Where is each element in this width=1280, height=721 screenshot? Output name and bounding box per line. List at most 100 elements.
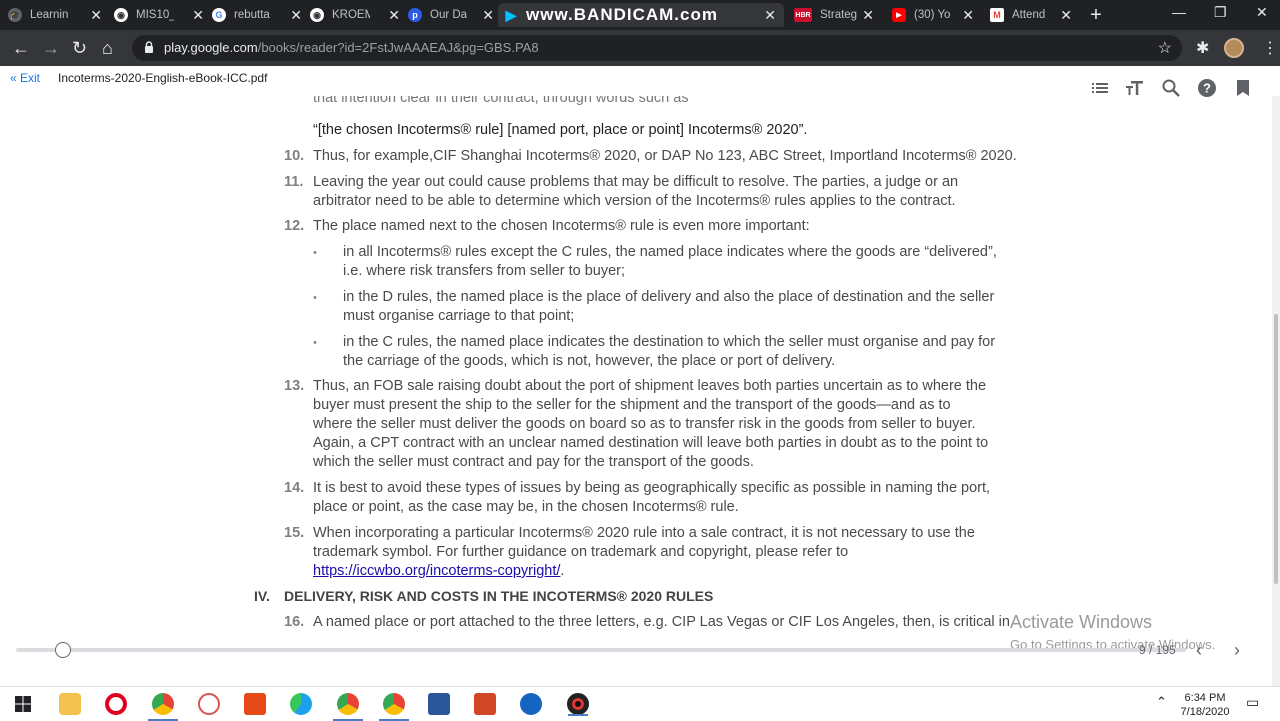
play-icon: ▶ [505, 6, 517, 23]
browser-tab-active[interactable]: ▶ www.BANDICAM.com ✕ [498, 3, 784, 27]
chrome-profile-2-icon[interactable] [379, 693, 409, 721]
opera-icon[interactable] [105, 693, 127, 715]
new-tab-button[interactable]: + [1086, 5, 1106, 25]
bullet-line: i.e. where risk transfers from seller to… [343, 263, 626, 279]
forward-icon[interactable]: → [42, 38, 60, 58]
close-tab-icon[interactable]: ✕ [764, 7, 776, 23]
close-tab-icon[interactable]: ✕ [862, 7, 874, 23]
browser-tab-youtube[interactable]: ▶ (30) Yo ✕ [892, 3, 976, 27]
activate-windows-watermark: Activate Windows Go to Settings to activ… [1010, 612, 1216, 652]
office-icon[interactable] [244, 693, 266, 715]
chrome-profile-icon[interactable] [333, 693, 363, 721]
close-tab-icon[interactable]: ✕ [962, 7, 974, 23]
minimize-icon[interactable]: — [1172, 4, 1186, 20]
close-tab-icon[interactable]: ✕ [388, 7, 400, 23]
browser-app-icon[interactable] [520, 693, 542, 715]
paragraph-line: Again, a CPT contract with an unclear na… [313, 435, 989, 451]
browser-tab-kroem[interactable]: ◉ KROEM ✕ [310, 3, 402, 27]
copyright-link[interactable]: https://iccwbo.org/incoterms-copyright/ [313, 563, 560, 579]
browser-tab-attend[interactable]: M Attend ✕ [990, 3, 1074, 27]
tray-expand-icon[interactable]: ⌃ [1156, 695, 1167, 709]
paragraph-line: Thus, an FOB sale raising doubt about th… [313, 378, 987, 394]
document-title: Incoterms-2020-English-eBook-ICC.pdf [58, 71, 268, 85]
browser-tab-our-da[interactable]: p Our Da ✕ [408, 3, 496, 27]
paragraph-number: 13. [284, 378, 305, 394]
bullet-line: must organise carriage to that point; [343, 308, 575, 324]
browser-menu-icon[interactable]: ⋮ [1262, 38, 1278, 58]
paragraph-line: place or point, as the case may be, in t… [313, 499, 739, 515]
quote-line: “[the chosen Incoterms® rule] [named por… [313, 122, 808, 138]
paragraph-line: buyer must present the ship to the selle… [313, 397, 951, 413]
chrome-icon[interactable] [148, 693, 178, 721]
paragraph-line: where the seller must deliver the goods … [313, 416, 976, 432]
address-bar[interactable]: play.google.com/books/reader?id=2FstJwAA… [132, 35, 1182, 61]
bullet-line: in the C rules, the named place indicate… [343, 334, 996, 350]
bullet-line: the carriage of the goods, which is not,… [343, 353, 836, 369]
cut-off-line: that intention clear in their contract, … [313, 96, 689, 106]
scrollbar-thumb[interactable] [1274, 314, 1278, 584]
bullet-marker: • [313, 292, 317, 304]
exit-link[interactable]: « Exit [10, 71, 40, 85]
svg-text:?: ? [1203, 81, 1211, 96]
windows-taskbar: ⌃ 6:34 PM 7/18/2020 ▭ [0, 686, 1280, 721]
windows-start-icon[interactable] [12, 693, 34, 715]
paragraph-line: trademark symbol. For further guidance o… [313, 544, 849, 560]
close-tab-icon[interactable]: ✕ [192, 7, 204, 23]
edge-icon[interactable] [290, 693, 312, 715]
hbr-icon: HBR [794, 8, 812, 22]
book-page: that intention clear in their contract, … [0, 96, 1272, 636]
close-tab-icon[interactable]: ✕ [482, 7, 494, 23]
browser-tab-strip: 🎓 Learnin ✕ ◉ MIS10_ ✕ G rebutta ✕ ◉ KRO… [0, 0, 1280, 30]
lock-icon [145, 41, 153, 53]
restore-icon[interactable]: ❐ [1214, 4, 1227, 21]
snipping-tool-icon[interactable] [198, 693, 220, 715]
p-icon: p [408, 8, 422, 22]
paragraph-number: 11. [284, 174, 304, 190]
reader-header: « Exit Incoterms-2020-English-eBook-ICC.… [0, 66, 1280, 97]
bookmark-star-icon[interactable]: ☆ [1158, 38, 1172, 58]
bullet-marker: • [313, 247, 317, 259]
browser-toolbar: ← → ↻ ⌂ play.google.com/books/reader?id=… [0, 30, 1280, 66]
reading-progress-slider[interactable] [16, 648, 1186, 652]
paragraph-number: 14. [284, 480, 305, 496]
close-window-icon[interactable]: ✕ [1256, 4, 1268, 21]
previous-page-icon[interactable]: ‹ [1196, 640, 1202, 661]
progress-slider-handle[interactable] [54, 642, 71, 658]
youtube-icon: ▶ [892, 8, 906, 22]
paragraph-number: 15. [284, 525, 305, 541]
browser-tab-mis10[interactable]: ◉ MIS10_ ✕ [114, 3, 206, 27]
powerpoint-icon[interactable] [474, 693, 496, 715]
paragraph-line: The place named next to the chosen Incot… [313, 218, 810, 234]
notifications-icon[interactable]: ▭ [1246, 695, 1259, 709]
globe-icon: ◉ [114, 8, 128, 22]
graduation-cap-icon: 🎓 [8, 8, 22, 22]
profile-avatar[interactable] [1224, 38, 1244, 58]
browser-tab-rebutta[interactable]: G rebutta ✕ [212, 3, 304, 27]
word-icon[interactable] [428, 693, 450, 715]
paragraph-line: A named place or port attached to the th… [313, 614, 1010, 630]
close-tab-icon[interactable]: ✕ [90, 7, 102, 23]
paragraph-line: Leaving the year out could cause problem… [313, 174, 959, 190]
globe-icon: ◉ [310, 8, 324, 22]
browser-tab-strateg[interactable]: HBR Strateg ✕ [794, 3, 876, 27]
close-tab-icon[interactable]: ✕ [1060, 7, 1072, 23]
paragraph-number: 10. [284, 148, 305, 164]
home-icon[interactable]: ⌂ [102, 38, 113, 58]
paragraph-number: 16. [284, 614, 305, 630]
paragraph-line: It is best to avoid these types of issue… [313, 480, 991, 496]
reload-icon[interactable]: ↻ [72, 38, 87, 58]
system-clock[interactable]: 6:34 PM 7/18/2020 [1176, 691, 1234, 719]
section-heading: DELIVERY, RISK AND COSTS IN THE INCOTERM… [284, 588, 714, 604]
section-number: IV. [254, 588, 270, 604]
extensions-icon[interactable]: ✱ [1196, 38, 1209, 58]
bandicam-record-icon[interactable] [567, 693, 589, 716]
back-icon[interactable]: ← [12, 38, 30, 58]
paragraph-line: arbitrator need to be able to determine … [313, 193, 956, 209]
next-page-icon[interactable]: › [1234, 640, 1240, 661]
bullet-marker: • [313, 337, 317, 349]
address-bar-url[interactable]: play.google.com/books/reader?id=2FstJwAA… [164, 40, 539, 55]
file-explorer-icon[interactable] [59, 693, 81, 715]
close-tab-icon[interactable]: ✕ [290, 7, 302, 23]
browser-tab-learnin[interactable]: 🎓 Learnin ✕ [8, 3, 104, 27]
bullet-line: in the D rules, the named place is the p… [343, 289, 995, 305]
